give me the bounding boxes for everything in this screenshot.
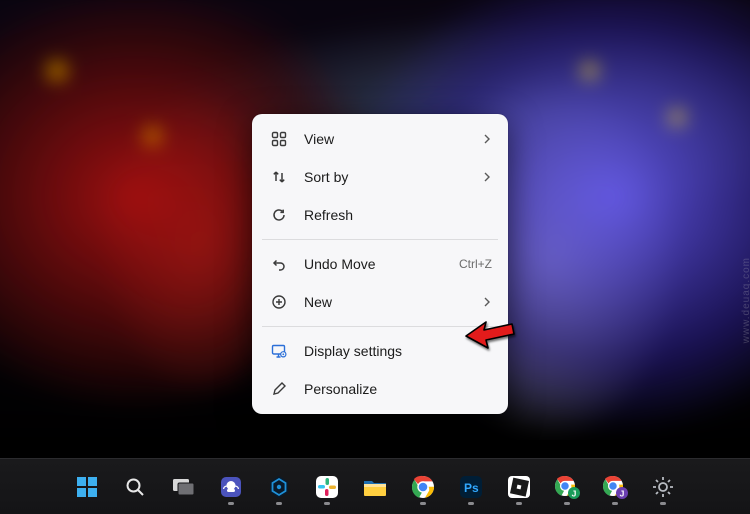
menu-item-shortcut: Ctrl+Z <box>459 257 492 271</box>
taskbar-task-view-button[interactable] <box>163 467 203 507</box>
menu-undo-move[interactable]: Undo Move Ctrl+Z <box>258 245 502 283</box>
taskbar-chat-button[interactable] <box>211 467 251 507</box>
taskbar-search-button[interactable] <box>115 467 155 507</box>
svg-text:Ps: Ps <box>464 481 479 495</box>
menu-item-label: New <box>304 294 482 310</box>
personalize-icon <box>268 381 290 397</box>
taskbar: Ps J J <box>0 458 750 514</box>
taskbar-roblox-button[interactable] <box>499 467 539 507</box>
wallpaper-letterbox <box>0 440 750 458</box>
taskbar-slack-button[interactable] <box>307 467 347 507</box>
menu-display-settings[interactable]: Display settings <box>258 332 502 370</box>
menu-item-label: Sort by <box>304 169 482 185</box>
taskbar-chrome-profile-1-button[interactable]: J <box>547 467 587 507</box>
svg-text:J: J <box>620 488 625 498</box>
sort-icon <box>268 169 290 185</box>
menu-item-label: View <box>304 131 482 147</box>
taskbar-file-explorer-button[interactable] <box>355 467 395 507</box>
taskbar-settings-button[interactable] <box>643 467 683 507</box>
taskbar-chrome-profile-2-button[interactable]: J <box>595 467 635 507</box>
chevron-right-icon <box>482 131 492 147</box>
desktop-context-menu: View Sort by Refresh <box>252 114 508 414</box>
menu-item-label: Personalize <box>304 381 492 397</box>
svg-text:J: J <box>572 488 577 498</box>
display-settings-icon <box>268 343 290 360</box>
menu-item-label: Display settings <box>304 343 492 359</box>
menu-new[interactable]: New <box>258 283 502 321</box>
menu-item-label: Refresh <box>304 207 492 223</box>
refresh-icon <box>268 207 290 223</box>
new-icon <box>268 294 290 310</box>
menu-personalize[interactable]: Personalize <box>258 370 502 408</box>
grid-icon <box>268 131 290 147</box>
menu-separator <box>262 239 498 240</box>
menu-refresh[interactable]: Refresh <box>258 196 502 234</box>
taskbar-start-button[interactable] <box>67 467 107 507</box>
chevron-right-icon <box>482 294 492 310</box>
menu-view[interactable]: View <box>258 120 502 158</box>
menu-separator <box>262 326 498 327</box>
taskbar-app-hex-button[interactable] <box>259 467 299 507</box>
menu-sort-by[interactable]: Sort by <box>258 158 502 196</box>
menu-item-label: Undo Move <box>304 256 459 272</box>
taskbar-chrome-button[interactable] <box>403 467 443 507</box>
chevron-right-icon <box>482 169 492 185</box>
undo-icon <box>268 256 290 272</box>
taskbar-photoshop-button[interactable]: Ps <box>451 467 491 507</box>
